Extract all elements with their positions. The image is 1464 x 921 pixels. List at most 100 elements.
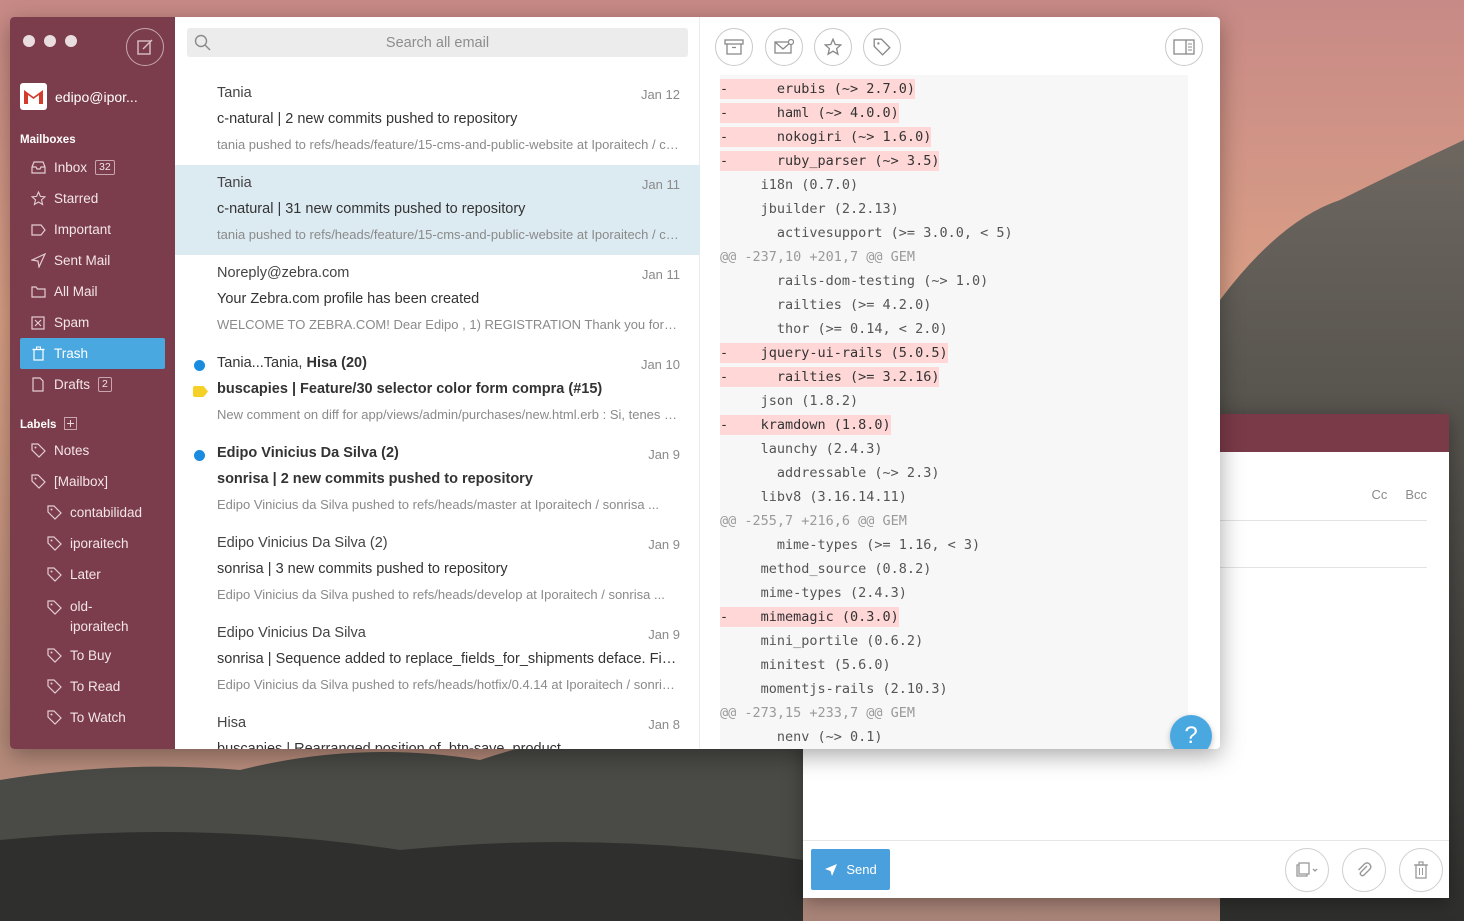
archive-button[interactable] — [715, 28, 753, 66]
message-date: Jan 10 — [640, 357, 680, 372]
diff-line-text: nenv (~> 0.1) — [720, 729, 883, 745]
sidebar-item-to-watch[interactable]: To Watch — [20, 702, 165, 733]
message-row[interactable]: Edipo Vinicius Da Silva (2) Jan 9 sonris… — [175, 525, 700, 615]
message-snippet: tania pushed to refs/heads/feature/15-cm… — [217, 137, 680, 152]
message-subject: c-natural | 31 new commits pushed to rep… — [217, 201, 526, 217]
discard-button[interactable] — [1399, 848, 1443, 892]
diff-line-text: @@ -237,10 +201,7 @@ GEM — [720, 249, 916, 265]
send-button[interactable]: Send — [811, 849, 890, 890]
diff-line-deleted: - railties (>= 3.2.16) — [720, 365, 1188, 389]
paper-plane-icon — [825, 863, 838, 876]
diff-line: addressable (~> 2.3) — [720, 461, 1188, 485]
document-icon — [30, 377, 46, 393]
minimize-window-button[interactable] — [44, 35, 56, 47]
zoom-window-button[interactable] — [65, 35, 77, 47]
template-button[interactable] — [1285, 848, 1329, 892]
message-sender: Noreply@zebra.com — [217, 265, 350, 281]
sidebar-item-later[interactable]: Later — [20, 559, 165, 590]
account-selector[interactable]: edipo@ipor... — [20, 83, 138, 110]
sidebar-item-iporaitech[interactable]: iporaitech — [20, 528, 165, 559]
tag-icon — [46, 536, 62, 552]
message-sender: Tania — [217, 175, 252, 191]
diff-line-text: - mimemagic (0.3.0) — [720, 607, 899, 627]
diff-line: mime-types (>= 1.16, < 3) — [720, 533, 1188, 557]
diff-line-text: launchy (2.4.3) — [720, 441, 883, 457]
sidebar-panel-icon — [1173, 39, 1195, 55]
labels-heading: Labels — [20, 417, 78, 431]
toggle-sidebar-button[interactable] — [1165, 28, 1203, 66]
inbox-icon — [30, 160, 46, 176]
message-row[interactable]: Edipo Vinicius Da Silva Jan 9 sonrisa | … — [175, 615, 700, 705]
sidebar-item-inbox[interactable]: Inbox 32 — [20, 152, 165, 183]
sidebar-item-contabilidad[interactable]: contabilidad — [20, 497, 165, 528]
star-button[interactable] — [814, 28, 852, 66]
diff-code-block: - erubis (~> 2.7.0) - haml (~> 4.0.0) - no… — [720, 75, 1188, 749]
trash-icon — [1414, 861, 1428, 879]
label-button[interactable] — [863, 28, 901, 66]
sidebar-item-old-iporaitech[interactable]: old-iporaitech — [20, 590, 165, 640]
unread-count-badge: 32 — [95, 160, 115, 175]
message-list-pane: Search all email Tania Jan 12 c-natural … — [175, 17, 700, 749]
diff-line-text: @@ -255,7 +216,6 @@ GEM — [720, 513, 907, 529]
envelope-icon — [774, 39, 794, 54]
add-label-button[interactable] — [64, 417, 78, 430]
diff-line: json (1.8.2) — [720, 389, 1188, 413]
unread-dot-icon — [194, 450, 205, 461]
message-sender: Tania — [217, 85, 252, 101]
message-subject: Your Zebra.com profile has been created — [217, 291, 480, 307]
message-row[interactable]: Edipo Vinicius Da Silva (2) Jan 9 sonris… — [175, 435, 700, 525]
diff-line-text: - ruby_parser (~> 3.5) — [720, 151, 940, 171]
sidebar-item-trash[interactable]: Trash — [20, 338, 165, 369]
compose-button[interactable] — [126, 28, 164, 66]
message-row[interactable]: Tania Jan 12 c-natural | 2 new commits p… — [175, 75, 700, 165]
sidebar-item-mailbox[interactable]: [Mailbox] — [20, 466, 165, 497]
tag-icon — [46, 679, 62, 695]
diff-line-text: - haml (~> 4.0.0) — [720, 103, 899, 123]
message-row[interactable]: Tania...Tania, Hisa (20) Jan 10 buscapie… — [175, 345, 700, 435]
diff-line-text: activesupport (>= 3.0.0, < 5) — [720, 225, 1013, 241]
search-input[interactable]: Search all email — [187, 28, 688, 57]
diff-line: thor (>= 0.14, < 2.0) — [720, 317, 1188, 341]
sidebar-item-notes[interactable]: Notes — [20, 435, 165, 466]
sidebar-item-label: iporaitech — [70, 536, 129, 551]
mark-unread-button[interactable] — [765, 28, 803, 66]
sidebar-item-label: Sent Mail — [54, 253, 111, 268]
sidebar-item-to-read[interactable]: To Read — [20, 671, 165, 702]
message-row[interactable]: Hisa Jan 8 buscapies | Rearranged positi… — [175, 705, 700, 749]
diff-line-deleted: - nokogiri (~> 1.6.0) — [720, 125, 1188, 149]
window-controls — [23, 35, 77, 47]
help-button[interactable]: ? — [1170, 715, 1212, 749]
diff-line-deleted: - kramdown (1.8.0) — [720, 413, 1188, 437]
sidebar-item-spam[interactable]: Spam — [20, 307, 165, 338]
reading-pane: - erubis (~> 2.7.0) - haml (~> 4.0.0) - no… — [700, 17, 1220, 749]
diff-line-text: momentjs-rails (2.10.3) — [720, 681, 948, 697]
sidebar-item-drafts[interactable]: Drafts 2 — [20, 369, 165, 400]
sidebar-item-important[interactable]: Important — [20, 214, 165, 245]
bcc-button[interactable]: Bcc — [1405, 487, 1427, 502]
tag-icon — [46, 505, 62, 521]
diff-line-deleted: - ruby_parser (~> 3.5) — [720, 149, 1188, 173]
message-row-selected[interactable]: Tania Jan 11 c-natural | 31 new commits … — [175, 165, 700, 255]
diff-line: activesupport (>= 3.0.0, < 5) — [720, 221, 1188, 245]
sidebar-item-starred[interactable]: Starred — [20, 183, 165, 214]
attach-button[interactable] — [1342, 848, 1386, 892]
diff-line-text: minitest (5.6.0) — [720, 657, 891, 673]
star-icon — [30, 191, 46, 207]
sidebar-item-label: Drafts — [54, 377, 91, 392]
unread-dot-icon — [194, 360, 205, 371]
gmail-logo-icon — [20, 83, 47, 110]
sidebar-item-label: Inbox — [54, 160, 88, 175]
close-window-button[interactable] — [23, 35, 35, 47]
archive-icon — [724, 39, 744, 55]
diff-line: jbuilder (2.2.13) — [720, 197, 1188, 221]
sidebar: edipo@ipor... Mailboxes Inbox 32 Starred… — [10, 17, 175, 749]
cc-button[interactable]: Cc — [1371, 487, 1387, 502]
message-row[interactable]: Noreply@zebra.com Jan 11 Your Zebra.com … — [175, 255, 700, 345]
sidebar-item-all-mail[interactable]: All Mail — [20, 276, 165, 307]
message-subject: sonrisa | 2 new commits pushed to reposi… — [217, 471, 533, 487]
tag-icon — [30, 474, 46, 490]
message-list: Tania Jan 12 c-natural | 2 new commits p… — [175, 75, 700, 749]
sidebar-item-to-buy[interactable]: To Buy — [20, 640, 165, 671]
message-subject: sonrisa | 3 new commits pushed to reposi… — [217, 561, 508, 577]
sidebar-item-sent-mail[interactable]: Sent Mail — [20, 245, 165, 276]
